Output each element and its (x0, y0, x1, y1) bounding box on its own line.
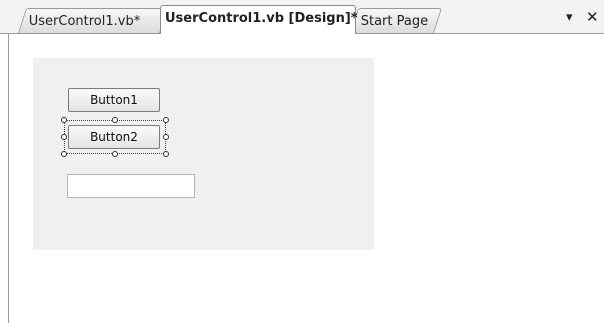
resize-handle-bottom[interactable] (112, 151, 118, 157)
usercontrol-design-surface[interactable] (33, 58, 374, 250)
button1[interactable]: Button1 (68, 88, 160, 112)
resize-handle-bottom-right[interactable] (163, 151, 169, 157)
button2[interactable]: Button2 (68, 125, 160, 149)
resize-handle-bottom-left[interactable] (61, 151, 67, 157)
tab-label: UserControl1.vb* (28, 14, 141, 29)
tab-usercontrol1-design[interactable]: UserControl1.vb [Design]* (160, 5, 358, 34)
tab-label: UserControl1.vb [Design]* (165, 11, 358, 26)
tab-start-page[interactable]: Start Page (350, 8, 443, 33)
document-tab-strip: UserControl1.vb* UserControl1.vb [Design… (0, 0, 604, 34)
tab-usercontrol1-code[interactable]: UserControl1.vb* (18, 8, 169, 33)
close-icon[interactable]: ✕ (586, 8, 599, 26)
resize-handle-top[interactable] (112, 117, 118, 123)
resize-handle-top-left[interactable] (61, 117, 67, 123)
dropdown-icon[interactable]: ▾ (566, 10, 573, 25)
resize-handle-right[interactable] (163, 134, 169, 140)
resize-handle-top-right[interactable] (163, 117, 169, 123)
resize-handle-left[interactable] (61, 134, 67, 140)
textbox1[interactable] (67, 174, 195, 198)
tab-label: Start Page (360, 14, 429, 29)
